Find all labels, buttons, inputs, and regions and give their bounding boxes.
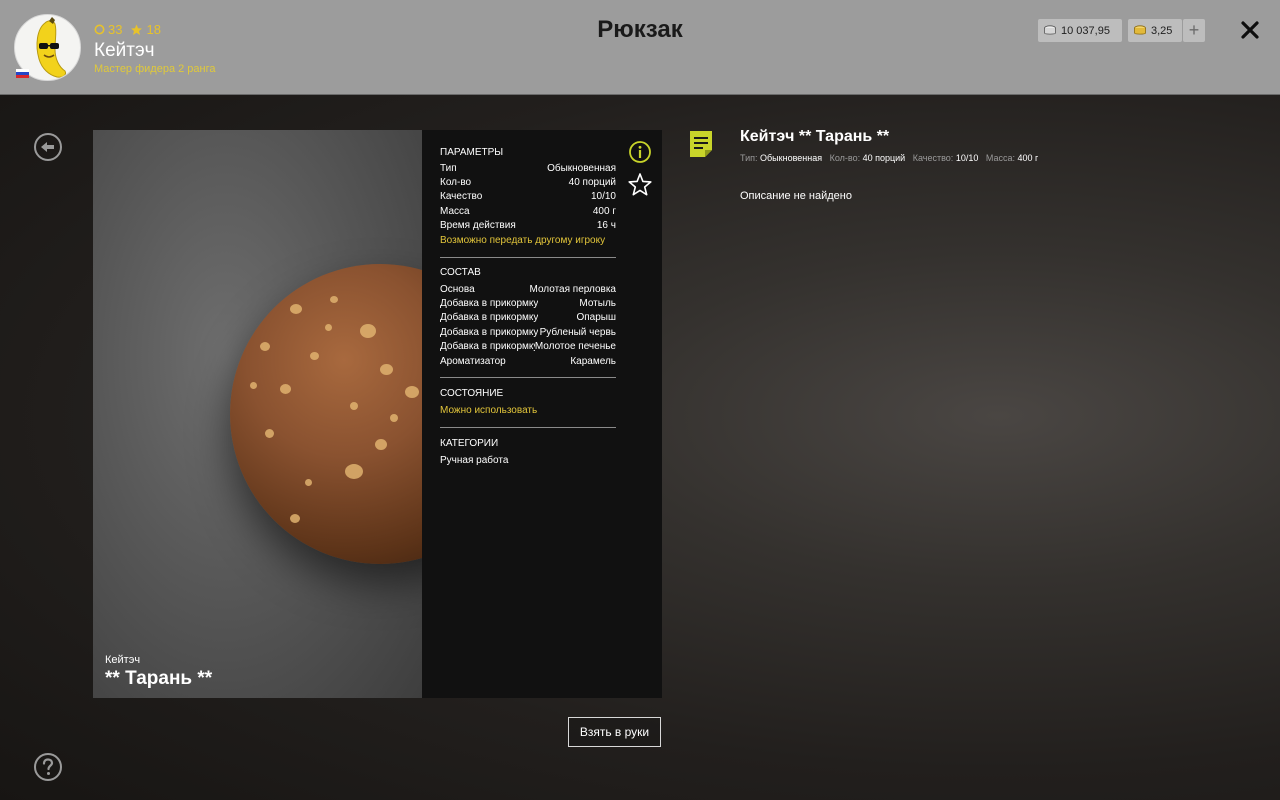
param-value: Обыкновенная [547, 163, 616, 174]
help-icon[interactable] [33, 752, 63, 782]
item-preview: Кейтэч ** Тарань ** [93, 130, 423, 698]
state-value: Можно использовать [440, 405, 538, 416]
param-row: Тип Обыкновенная [440, 163, 616, 174]
composition-row: Добавка в прикормку Рубленый червь [440, 327, 616, 338]
param-row: Время действия 16 ч [440, 220, 616, 231]
composition-label: Добавка в прикормку [440, 341, 535, 352]
back-arrow-icon[interactable] [33, 132, 63, 162]
param-value: 10/10 [590, 191, 616, 202]
param-row: Кол-во 40 порций [440, 177, 616, 188]
composition-value: Мотыль [579, 298, 616, 309]
item-meta: Тип: Обыкновенная Кол-во: 40 порций Каче… [740, 153, 1043, 163]
russia-flag-icon [16, 69, 29, 78]
bait-ball-image [230, 264, 423, 564]
param-value: 16 ч [596, 220, 616, 231]
composition-row: Добавка в прикормку Опарыш [440, 312, 616, 323]
param-label: Качество [440, 191, 483, 202]
meta-value: 40 порций [862, 153, 906, 163]
composition-row: Добавка в прикормку Мотыль [440, 298, 616, 309]
composition-label: Добавка в прикормку [440, 298, 539, 309]
preview-item-name: ** Тарань ** [105, 668, 213, 689]
favorite-star-icon[interactable] [627, 172, 653, 198]
category-value: Ручная работа [440, 455, 509, 466]
params-section-title: ПАРАМЕТРЫ [440, 147, 504, 158]
composition-value: Рубленый червь [539, 327, 616, 338]
param-label: Тип [440, 163, 457, 174]
composition-value: Молотая перловка [529, 284, 616, 295]
preview-creator: Кейтэч [105, 654, 141, 666]
silver-value: 10 037,95 [1061, 24, 1110, 37]
composition-value: Опарыш [576, 312, 616, 323]
gold-coins-icon [1134, 24, 1146, 35]
item-description: Описание не найдено [740, 190, 852, 202]
composition-row: Ароматизатор Карамель [440, 356, 616, 367]
composition-value: Карамель [570, 356, 616, 367]
item-title: Кейтэч ** Тарань ** [740, 128, 890, 145]
parameters-panel: ПАРАМЕТРЫ Тип Обыкновенная Кол-во 40 порци… [422, 130, 662, 698]
composition-section-title: СОСТАВ [440, 267, 481, 278]
meta-label: Качество: [912, 153, 954, 163]
state-section-title: СОСТОЯНИЕ [440, 388, 504, 399]
composition-row: Основа Молотая перловка [440, 284, 616, 295]
divider [440, 377, 616, 378]
gold-balance: 3,25 [1128, 19, 1182, 42]
meta-label: Кол-во: [829, 153, 861, 163]
divider [440, 257, 616, 258]
param-row: Масса 400 г [440, 206, 616, 217]
param-value: 400 г [592, 206, 616, 217]
composition-label: Добавка в прикормку [440, 327, 539, 338]
meta-value: 10/10 [955, 153, 979, 163]
player-rank: Мастер фидера 2 ранга [94, 63, 216, 75]
meta-label: Масса: [985, 153, 1015, 163]
param-row: Качество 10/10 [440, 191, 616, 202]
silver-coins-icon [1044, 24, 1056, 35]
categories-section-title: КАТЕГОРИИ [440, 438, 499, 449]
meta-value: Обыкновенная [760, 153, 823, 163]
param-label: Время действия [440, 220, 516, 231]
meta-label: Тип: [740, 153, 758, 163]
composition-value: Молотое печенье [534, 341, 616, 352]
meta-value: 400 г [1017, 153, 1039, 163]
take-in-hands-button[interactable]: Взять в руки [568, 717, 661, 747]
gold-value: 3,25 [1151, 24, 1173, 37]
divider [440, 427, 616, 428]
param-label: Масса [440, 206, 470, 217]
param-value: 40 порций [568, 177, 616, 188]
add-currency-button[interactable]: + [1183, 19, 1205, 42]
info-icon[interactable] [628, 140, 652, 164]
top-bar: 33 18 Кейтэч Мастер фидера 2 ранга Рюкза… [0, 0, 1280, 95]
param-label: Кол-во [440, 177, 472, 188]
composition-row: Добавка в прикормку Молотое печенье [440, 341, 616, 352]
transfer-note: Возможно передать другому игроку [440, 235, 606, 246]
close-icon[interactable] [1236, 16, 1264, 44]
composition-label: Основа [440, 284, 475, 295]
note-icon [690, 131, 712, 157]
composition-label: Добавка в прикормку [440, 312, 539, 323]
composition-label: Ароматизатор [440, 356, 506, 367]
silver-balance: 10 037,95 [1038, 19, 1122, 42]
